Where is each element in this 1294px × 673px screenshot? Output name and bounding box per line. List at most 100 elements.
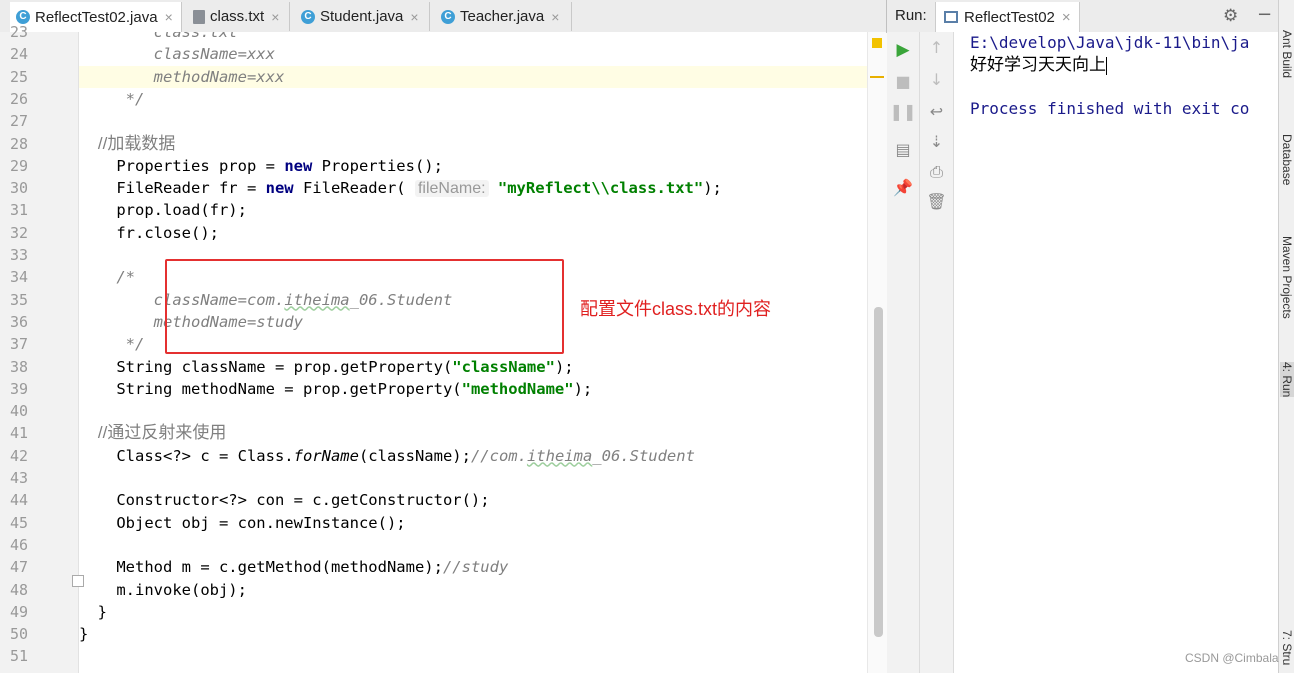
tab-teacher-java[interactable]: C Teacher.java × xyxy=(435,2,572,31)
scrollbar-thumb[interactable] xyxy=(874,307,883,637)
code-string: "methodName" xyxy=(461,379,574,398)
line-number: 43 xyxy=(10,469,29,487)
code-line: FileReader fr = new FileReader( fileName… xyxy=(79,177,867,199)
minimize-icon[interactable]: − xyxy=(1257,4,1272,25)
parameter-hint: fileName: xyxy=(414,180,489,198)
code-text: (className); xyxy=(358,446,471,465)
code-text: Constructor<?> con = c.getConstructor(); xyxy=(79,491,490,510)
code-text: Method m = c.getMethod(methodName); xyxy=(79,558,443,577)
console-line: Process finished with exit co xyxy=(970,99,1250,118)
line-number: 46 xyxy=(10,535,29,554)
down-arrow-icon[interactable]: ↓ xyxy=(920,70,953,89)
structure-tab[interactable]: 7: Stru xyxy=(1280,630,1294,665)
code-text: ); xyxy=(703,179,722,198)
text-file-icon xyxy=(193,9,205,24)
editor-scroll-stripe[interactable] xyxy=(867,32,887,673)
rerun-icon[interactable]: ▶ xyxy=(887,40,919,60)
code-text: /* xyxy=(79,268,135,287)
code-comment: //com. xyxy=(470,446,527,465)
editor-tab-bar: C ReflectTest02.java × class.txt × C Stu… xyxy=(0,0,886,33)
code-comment: //study xyxy=(442,558,509,577)
close-icon[interactable]: × xyxy=(271,9,279,25)
right-tool-strip: Ant Build Database Maven Projects 4: Run… xyxy=(1278,0,1294,673)
line-number: 36 xyxy=(10,312,29,331)
tab-student-java[interactable]: C Student.java × xyxy=(295,2,430,31)
code-text: prop.load(fr); xyxy=(79,201,247,220)
code-text: ); xyxy=(554,357,574,376)
line-number-gutter[interactable]: 23 24 25 26 27 28 29 30 31 32 33 34 35 36 37 38 39 40 41 42… xyxy=(0,23,79,673)
close-icon[interactable]: × xyxy=(1062,9,1071,26)
code-line: //加载数据 xyxy=(79,133,867,155)
line-marker[interactable] xyxy=(870,76,884,78)
code-text: FileReader fr = xyxy=(79,179,266,198)
tab-class-txt[interactable]: class.txt × xyxy=(187,2,290,31)
code-line: Properties prop = new Properties(); xyxy=(79,155,867,177)
code-line: Class<?> c = Class.forName(className);//… xyxy=(79,445,867,467)
code-comment: _06.Student xyxy=(592,446,695,465)
code-line: Constructor<?> con = c.getConstructor(); xyxy=(79,489,867,511)
run-config-icon xyxy=(944,11,958,23)
maven-projects-tab[interactable]: Maven Projects xyxy=(1280,236,1294,319)
close-icon[interactable]: × xyxy=(410,9,418,25)
line-number: 25 xyxy=(10,67,29,86)
code-text: Properties prop = xyxy=(79,156,285,175)
close-icon[interactable]: × xyxy=(165,9,173,25)
tab-label: Teacher.java xyxy=(460,8,545,25)
code-text: className=xxx xyxy=(79,45,275,64)
run-tool-tab[interactable]: 4: Run xyxy=(1280,362,1294,398)
tab-reflecttest02[interactable]: C ReflectTest02.java × xyxy=(10,2,182,32)
code-line: } xyxy=(79,601,867,623)
line-number: 42 xyxy=(10,446,29,465)
pause-icon[interactable]: ❚❚ xyxy=(887,102,919,121)
line-number: 32 xyxy=(10,223,29,242)
code-line: String methodName = prop.getProperty("me… xyxy=(79,378,867,400)
soft-wrap-icon[interactable]: ↩ xyxy=(920,102,953,121)
database-tab[interactable]: Database xyxy=(1280,134,1294,185)
console-output[interactable]: E:\develop\Java\jdk-11\bin\ja 好好学习天天向上 P… xyxy=(954,32,1278,673)
line-number: 40 xyxy=(10,402,29,421)
print-icon[interactable]: ⎙ xyxy=(920,162,953,182)
warning-marker[interactable] xyxy=(872,38,882,48)
code-text: fr.close(); xyxy=(79,223,219,242)
code-line: //通过反射来使用 xyxy=(79,422,867,444)
line-number: 35 xyxy=(10,290,29,309)
code-line: } xyxy=(79,623,867,645)
layout-icon[interactable]: ▤ xyxy=(887,140,919,159)
up-arrow-icon[interactable]: ↑ xyxy=(920,38,953,57)
code-line: */ xyxy=(79,88,867,110)
code-static-method: forName xyxy=(293,446,359,465)
code-text: m.invoke(obj); xyxy=(79,580,247,599)
run-tab[interactable]: ReflectTest02 × xyxy=(935,2,1080,32)
java-class-icon: C xyxy=(441,9,455,24)
code-line: Object obj = con.newInstance(); xyxy=(79,512,867,534)
code-text: } xyxy=(79,625,89,644)
fold-icon[interactable] xyxy=(72,575,84,587)
scroll-to-end-icon[interactable]: ⇣ xyxy=(920,132,953,151)
line-number: 37 xyxy=(10,335,29,354)
code-comment: itheima xyxy=(526,446,593,465)
stop-icon[interactable]: ■ xyxy=(887,72,919,91)
console-line: 好好学习天天向上 xyxy=(970,54,1107,76)
line-number: 38 xyxy=(10,357,29,376)
line-number: 23 xyxy=(10,23,29,41)
line-number: 34 xyxy=(10,268,29,287)
code-text: */ xyxy=(79,335,145,354)
line-number: 41 xyxy=(10,424,29,443)
code-text: class.txt xyxy=(79,32,238,41)
console-line-text: 好好学习天天向上 xyxy=(970,55,1106,74)
close-icon[interactable]: × xyxy=(551,9,559,25)
watermark: CSDN @Cimbala xyxy=(1185,651,1279,665)
pin-icon[interactable]: 📌 xyxy=(887,178,919,197)
code-text: ); xyxy=(573,379,593,398)
trash-icon[interactable]: 🗑 xyxy=(920,192,953,211)
gear-icon[interactable]: ⚙ xyxy=(1223,6,1238,26)
ant-build-tab[interactable]: Ant Build xyxy=(1280,30,1294,78)
tab-label: ReflectTest02.java xyxy=(35,8,158,26)
console-line: E:\develop\Java\jdk-11\bin\ja xyxy=(970,33,1250,52)
code-text: Object obj = con.newInstance(); xyxy=(79,513,406,532)
